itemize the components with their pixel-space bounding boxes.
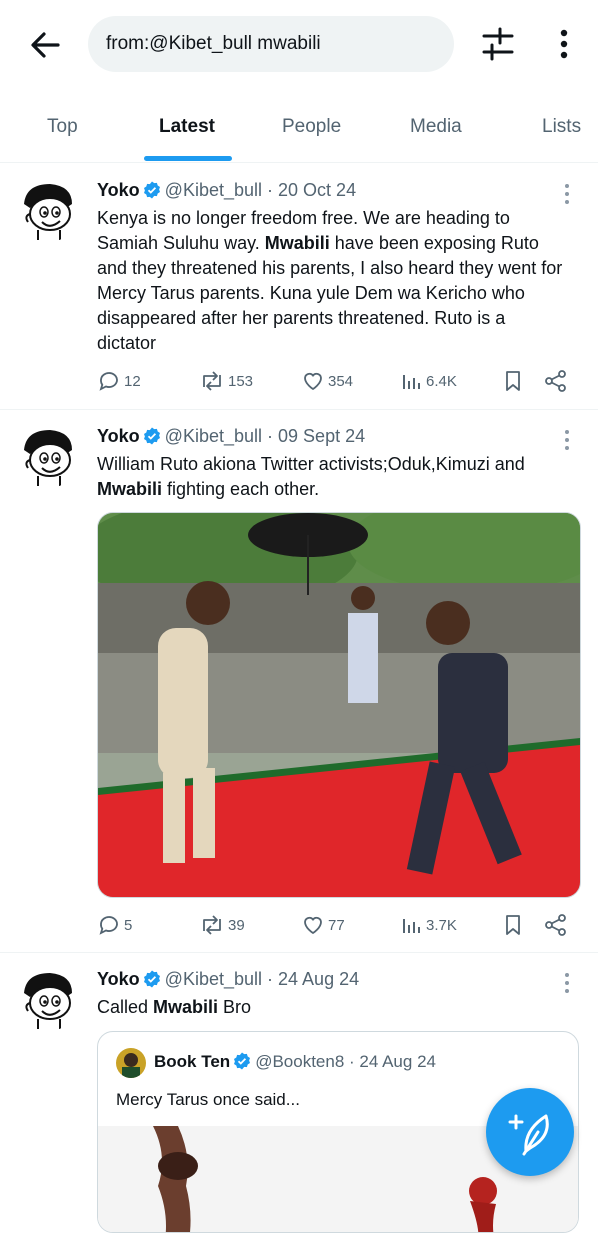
tweet-more-icon[interactable] xyxy=(560,428,574,452)
tweet-actions: 5 39 77 3.7K xyxy=(97,910,577,940)
tweet-text: William Ruto akiona Twitter activists;Od… xyxy=(97,454,525,499)
filter-sliders-icon[interactable] xyxy=(478,26,518,62)
avatar[interactable] xyxy=(16,178,80,242)
bookmark-button[interactable] xyxy=(501,910,528,940)
view-count: 3.7K xyxy=(426,916,457,934)
avatar[interactable] xyxy=(16,424,80,488)
repost-count: 39 xyxy=(228,916,245,934)
author-handle[interactable]: @Kibet_bull xyxy=(165,180,262,200)
author-name[interactable]: Yoko xyxy=(97,969,140,989)
views-button[interactable]: 6.4K xyxy=(401,366,457,396)
search-query: from:@Kibet_bull mwabili xyxy=(106,33,321,54)
bookmark-button[interactable] xyxy=(501,366,528,396)
repost-icon xyxy=(203,915,221,935)
more-options-icon[interactable] xyxy=(552,26,576,62)
tab-top[interactable]: Top xyxy=(47,116,78,138)
repost-icon xyxy=(203,371,221,391)
repost-count: 153 xyxy=(228,372,254,390)
quoted-header: Book Ten @Bookten8 · 24 Aug 24 xyxy=(154,1052,436,1072)
repost-button[interactable]: 39 xyxy=(199,910,245,940)
top-bar: from:@Kibet_bull mwabili xyxy=(0,0,598,90)
quoted-text: Mercy Tarus once said... xyxy=(116,1090,300,1109)
tweet[interactable]: Yoko @Kibet_bull · 09 Sept 24 William Rut… xyxy=(0,410,598,953)
search-input[interactable]: from:@Kibet_bull mwabili xyxy=(88,16,454,72)
tweet-actions: 12 153 354 6.4K xyxy=(97,366,577,396)
reply-button[interactable]: 5 xyxy=(97,910,132,940)
like-button[interactable]: 354 xyxy=(301,366,353,396)
tab-latest[interactable]: Latest xyxy=(159,116,215,138)
views-icon xyxy=(403,375,420,389)
tweet[interactable]: Yoko @Kibet_bull · 20 Oct 24 Kenya is no … xyxy=(0,164,598,410)
quoted-author-name: Book Ten xyxy=(154,1052,231,1071)
heart-icon xyxy=(304,916,322,935)
share-button[interactable] xyxy=(543,366,572,396)
tweet-date[interactable]: · 24 Aug 24 xyxy=(267,969,359,989)
author-handle[interactable]: @Kibet_bull xyxy=(165,969,262,989)
tweet-header: Yoko @Kibet_bull · 09 Sept 24 xyxy=(97,426,365,447)
author-name[interactable]: Yoko xyxy=(97,180,140,200)
tab-lists[interactable]: Lists xyxy=(542,116,581,138)
tweet-more-icon[interactable] xyxy=(560,182,574,206)
views-button[interactable]: 3.7K xyxy=(401,910,457,940)
quoted-author-handle: @Bookten8 xyxy=(255,1052,345,1071)
view-count: 6.4K xyxy=(426,372,457,390)
tweet-text: Called Mwabili Bro xyxy=(97,997,252,1017)
tweet-more-icon[interactable] xyxy=(560,971,574,995)
author-handle[interactable]: @Kibet_bull xyxy=(165,426,262,446)
compose-button[interactable] xyxy=(486,1088,574,1176)
bookmark-icon xyxy=(506,371,520,391)
tab-media[interactable]: Media xyxy=(410,116,462,138)
verified-badge-icon xyxy=(143,181,161,199)
quoted-avatar[interactable] xyxy=(116,1048,146,1078)
quoted-date: · 24 Aug 24 xyxy=(349,1052,436,1071)
tweet-text: Kenya is no longer freedom free. We are … xyxy=(97,208,563,353)
reply-button[interactable]: 12 xyxy=(97,366,141,396)
verified-badge-icon xyxy=(233,1052,251,1070)
reply-icon xyxy=(99,916,118,935)
search-tabs: Top Latest People Media Lists xyxy=(0,94,598,163)
repost-button[interactable]: 153 xyxy=(199,366,253,396)
heart-icon xyxy=(304,372,322,391)
verified-badge-icon xyxy=(143,427,161,445)
compose-feather-icon xyxy=(508,1114,549,1156)
tab-people[interactable]: People xyxy=(282,116,341,138)
like-button[interactable]: 77 xyxy=(301,910,345,940)
like-count: 354 xyxy=(328,372,354,390)
active-tab-indicator xyxy=(144,156,232,161)
bookmark-icon xyxy=(506,915,520,935)
share-icon xyxy=(545,370,566,392)
share-icon xyxy=(545,914,566,936)
share-button[interactable] xyxy=(543,910,572,940)
tweet-date[interactable]: · 09 Sept 24 xyxy=(267,426,365,446)
tweet-header: Yoko @Kibet_bull · 20 Oct 24 xyxy=(97,180,356,201)
tweet-date[interactable]: · 20 Oct 24 xyxy=(267,180,356,200)
tweet-photo[interactable] xyxy=(97,512,581,898)
avatar[interactable] xyxy=(16,967,80,1031)
reply-count: 5 xyxy=(124,916,133,934)
verified-badge-icon xyxy=(143,970,161,988)
reply-count: 12 xyxy=(124,372,141,390)
tweet-header: Yoko @Kibet_bull · 24 Aug 24 xyxy=(97,969,359,990)
author-name[interactable]: Yoko xyxy=(97,426,140,446)
back-arrow-icon[interactable] xyxy=(28,28,62,62)
views-icon xyxy=(403,919,420,933)
like-count: 77 xyxy=(328,916,345,934)
reply-icon xyxy=(99,372,118,391)
